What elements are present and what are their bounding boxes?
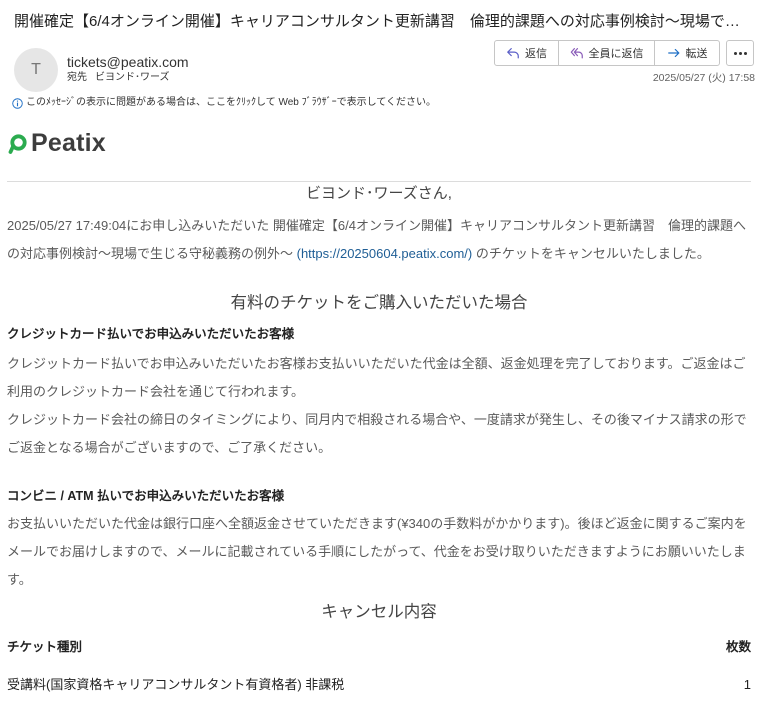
credit-card-paragraph: クレジットカード会社の締日のタイミングにより、同月内で相殺される場合や、一度請求… xyxy=(7,412,747,455)
forward-button[interactable]: 転送 xyxy=(654,40,720,66)
notice-text-end: のチケットをキャンセルいたしました。 xyxy=(472,246,710,261)
convenience-atm-paragraph: お支払いいただいた代金は銀行口座へ全額返金させていただきます(¥340の手数料が… xyxy=(7,516,747,587)
reply-button[interactable]: 返信 xyxy=(494,40,559,66)
credit-card-paragraph: クレジットカード払いでお申込みいただいたお客様お支払いいただいた代金は全額、返金… xyxy=(7,356,746,399)
reply-all-icon xyxy=(570,46,584,60)
cancel-details-heading: キャンセル内容 xyxy=(321,603,437,621)
peatix-logo: Peatix xyxy=(7,129,106,157)
more-horizontal-icon xyxy=(738,51,742,55)
info-bar-text[interactable]: このﾒｯｾｰｼﾞの表示に問題がある場合は、ここをｸﾘｯｸして Web ﾌﾞﾗｳｻ… xyxy=(26,96,436,110)
sender-avatar[interactable]: T xyxy=(14,48,58,92)
info-bar[interactable]: このﾒｯｾｰｼﾞの表示に問題がある場合は、ここをｸﾘｯｸして Web ﾌﾞﾗｳｻ… xyxy=(12,96,436,110)
cancellation-notice: 2025/05/27 17:49:04にお申し込みいただいた 開催確定【6/4オ… xyxy=(7,212,751,268)
credit-card-title: クレジットカード払いでお申込みいただいたお客様 xyxy=(7,327,295,341)
received-date: 2025/05/27 (火) 17:58 xyxy=(652,72,755,84)
greeting: ビヨンド･ワーズさん, xyxy=(306,185,452,202)
forward-label: 転送 xyxy=(685,48,708,60)
table-row: 受講料(国家資格キャリアコンサルタント有資格者) 非課税 1 xyxy=(7,675,751,695)
ticket-type-cell: 受講料(国家資格キャリアコンサルタント有資格者) 非課税 xyxy=(7,677,345,692)
email-subject: 開催確定【6/4オンライン開催】キャリアコンサルタント更新講習 倫理的課題への対… xyxy=(14,13,740,30)
reply-icon xyxy=(506,46,520,60)
info-icon xyxy=(12,97,23,109)
reply-label: 返信 xyxy=(525,48,547,60)
more-horizontal-icon xyxy=(743,51,747,55)
cancel-table-header: チケット種別 枚数 xyxy=(7,637,751,657)
column-ticket-type: チケット種別 xyxy=(7,640,83,654)
convenience-atm-title: コンビニ / ATM 払いでお申込みいただいたお客様 xyxy=(7,489,285,503)
email-reading-pane: 開催確定【6/4オンライン開催】キャリアコンサルタント更新講習 倫理的課題への対… xyxy=(0,0,758,712)
paid-ticket-heading: 有料のチケットをご購入いただいた場合 xyxy=(230,294,528,312)
recipient-line: 宛先 ビヨンド･ワーズ xyxy=(67,71,170,85)
column-quantity: 枚数 xyxy=(725,640,751,654)
reply-all-label: 全員に返信 xyxy=(588,48,644,60)
ticket-quantity-cell: 1 xyxy=(743,677,751,692)
sender-address[interactable]: tickets@peatix.com xyxy=(67,53,189,71)
message-actions: 返信 全員に返信 転送 xyxy=(494,40,720,66)
recipient-label: 宛先 xyxy=(67,72,87,83)
message-body: ビヨンド･ワーズさん, 2025/05/27 17:49:04にお申し込みいただ… xyxy=(7,181,751,695)
peatix-logo-icon xyxy=(7,133,28,154)
more-actions-button[interactable] xyxy=(726,40,754,66)
peatix-logo-text: Peatix xyxy=(31,129,106,157)
reply-all-button[interactable]: 全員に返信 xyxy=(558,40,655,66)
more-horizontal-icon xyxy=(733,51,737,55)
event-link[interactable]: (https://20250604.peatix.com/) xyxy=(297,246,473,261)
recipient-name[interactable]: ビヨンド･ワーズ xyxy=(95,72,170,83)
forward-icon xyxy=(667,46,681,60)
